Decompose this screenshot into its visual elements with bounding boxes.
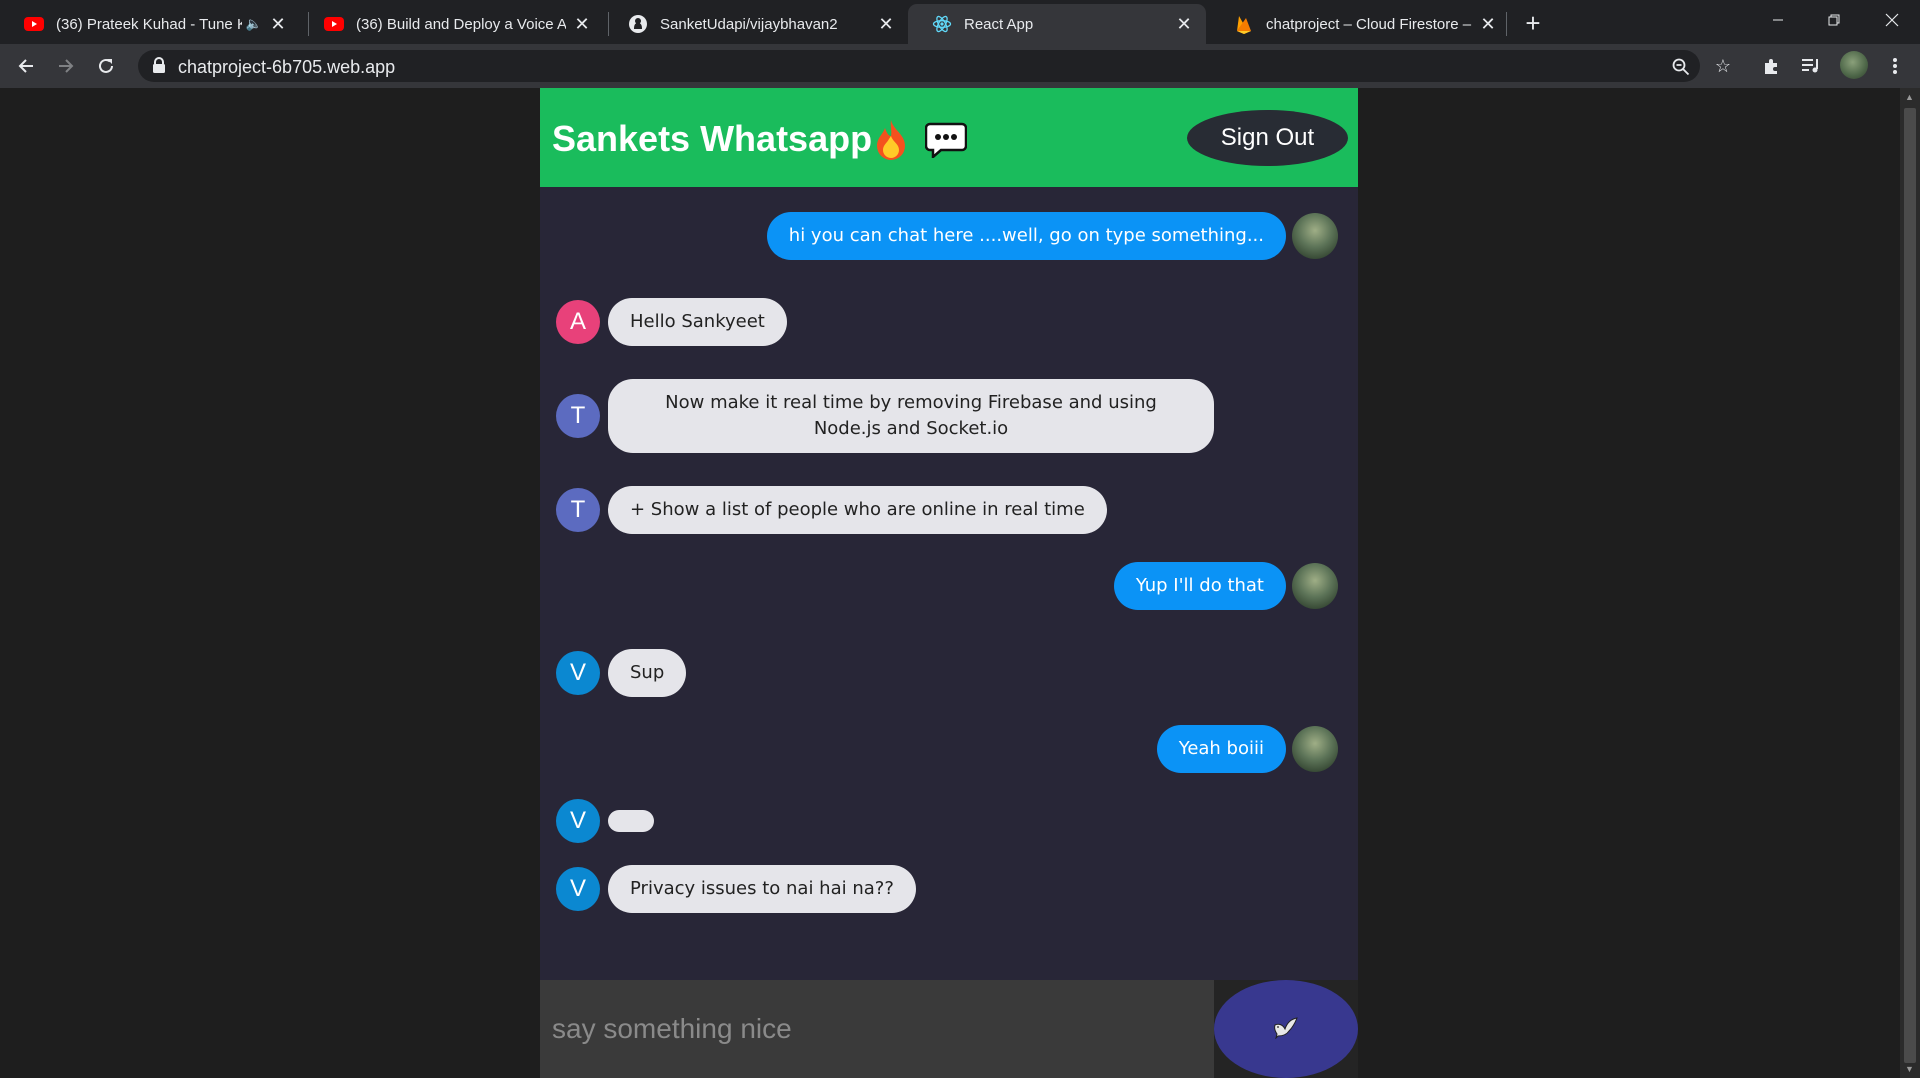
zoom-icon[interactable]	[1670, 56, 1692, 78]
speaker-icon[interactable]: 🔈	[246, 16, 262, 32]
chat-message: hi you can chat here ....well, go on typ…	[766, 212, 1338, 260]
message-text: Sup	[608, 649, 687, 697]
tab-youtube-voice[interactable]: (36) Build and Deploy a Voice As ✕	[300, 4, 604, 44]
new-tab-button[interactable]: +	[1518, 8, 1548, 38]
extensions-icon[interactable]	[1760, 55, 1782, 77]
avatar: V	[556, 651, 600, 695]
tab-firestore[interactable]: chatproject – Cloud Firestore – Fi ✕	[1210, 4, 1510, 44]
chat-message: Yup I'll do that	[1113, 562, 1338, 610]
restore-icon[interactable]	[1806, 0, 1862, 40]
scroll-up-icon[interactable]: ▲	[1905, 92, 1914, 102]
close-tab-icon[interactable]: ✕	[1174, 14, 1194, 34]
message-text	[608, 810, 654, 832]
close-window-icon[interactable]	[1864, 0, 1920, 40]
tab-youtube-prateek[interactable]: (36) Prateek Kuhad - Tune Ka 🔈 ✕	[0, 4, 300, 44]
chat-message: T + Show a list of people who are online…	[556, 486, 1107, 534]
message-text: + Show a list of people who are online i…	[608, 486, 1107, 534]
chat-message: V	[556, 799, 654, 843]
media-control-icon[interactable]	[1800, 55, 1822, 77]
star-icon[interactable]: ☆	[1712, 55, 1734, 77]
sign-out-button[interactable]: Sign Out	[1187, 110, 1348, 166]
tab-label: SanketUdapi/vijaybhavan2	[660, 15, 838, 33]
message-input[interactable]	[540, 980, 1214, 1078]
github-icon	[628, 14, 648, 34]
message-text: Yeah boiii	[1156, 725, 1286, 773]
app-header: Sankets Whatsapp Sign Out	[540, 88, 1358, 187]
message-text: Hello Sankyeet	[608, 298, 787, 346]
browser-toolbar: chatproject-6b705.web.app ☆	[0, 44, 1920, 88]
scroll-down-icon[interactable]: ▼	[1905, 1064, 1914, 1074]
message-text: Privacy issues to nai hai na??	[608, 865, 916, 913]
menu-icon[interactable]	[1884, 55, 1906, 77]
address-bar[interactable]: chatproject-6b705.web.app	[138, 50, 1700, 82]
avatar: T	[556, 394, 600, 438]
app-title: Sankets Whatsapp	[552, 118, 873, 159]
avatar: V	[556, 799, 600, 843]
close-tab-icon[interactable]: ✕	[268, 14, 288, 34]
tab-github[interactable]: SanketUdapi/vijaybhavan2 ✕	[604, 4, 908, 44]
react-icon	[932, 14, 952, 34]
chat-message: V Privacy issues to nai hai na??	[556, 865, 916, 913]
message-text: Yup I'll do that	[1113, 562, 1286, 610]
reload-icon[interactable]	[90, 50, 122, 82]
page-viewport: Sankets Whatsapp Sign Out hi you can cha…	[0, 88, 1900, 1078]
tab-separator	[1506, 12, 1507, 36]
avatar: T	[556, 488, 600, 532]
close-tab-icon[interactable]: ✕	[572, 14, 592, 34]
chat-message: A Hello Sankyeet	[556, 298, 787, 346]
user-avatar	[1292, 563, 1338, 609]
youtube-icon	[324, 14, 344, 34]
user-avatar	[1292, 213, 1338, 259]
minimize-icon[interactable]	[1750, 0, 1806, 40]
avatar: A	[556, 300, 600, 344]
message-text: Now make it real time by removing Fireba…	[608, 379, 1214, 453]
forward-icon[interactable]	[50, 50, 82, 82]
message-text: hi you can chat here ....well, go on typ…	[766, 212, 1286, 260]
close-tab-icon[interactable]: ✕	[1478, 14, 1498, 34]
tab-label: chatproject – Cloud Firestore – Fi	[1266, 15, 1472, 33]
youtube-icon	[24, 14, 44, 34]
dove-icon	[1273, 1016, 1299, 1042]
speech-bubble-icon	[924, 122, 968, 160]
chat-message: V Sup	[556, 649, 687, 697]
user-avatar	[1292, 726, 1338, 772]
message-composer	[540, 980, 1358, 1078]
profile-avatar[interactable]	[1840, 51, 1868, 79]
tab-label: React App	[964, 15, 1034, 33]
firebase-icon	[1234, 14, 1254, 34]
chat-message: Yeah boiii	[1156, 725, 1338, 773]
page-scrollbar[interactable]: ▲ ▼	[1900, 88, 1920, 1078]
url-text: chatproject-6b705.web.app	[178, 57, 396, 77]
chat-app: Sankets Whatsapp Sign Out hi you can cha…	[540, 88, 1358, 1078]
back-icon[interactable]	[10, 50, 42, 82]
tab-label: (36) Prateek Kuhad - Tune Ka	[56, 15, 242, 33]
send-button[interactable]	[1214, 980, 1358, 1078]
tab-strip: (36) Prateek Kuhad - Tune Ka 🔈 ✕ (36) Bu…	[0, 0, 1920, 44]
chat-message: T Now make it real time by removing Fire…	[556, 379, 1214, 453]
close-tab-icon[interactable]: ✕	[876, 14, 896, 34]
avatar: V	[556, 867, 600, 911]
lock-icon	[152, 57, 166, 73]
scrollbar-thumb[interactable]	[1904, 108, 1916, 1063]
fire-icon	[873, 118, 909, 162]
tab-label: (36) Build and Deploy a Voice As	[356, 15, 566, 33]
tab-react-app[interactable]: React App ✕	[908, 4, 1206, 44]
